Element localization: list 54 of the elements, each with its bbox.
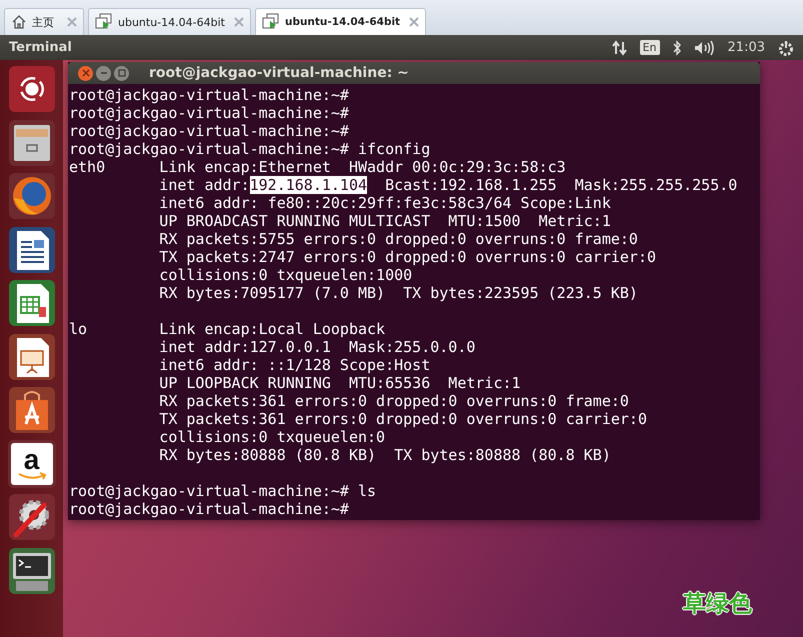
terminal-line: RX bytes:80888 (80.8 KB) TX bytes:80888 (80.8 KB) xyxy=(158,446,611,464)
minimize-button[interactable] xyxy=(96,66,111,80)
window-title: root@jackgao-virtual-machine: ~ xyxy=(149,65,409,81)
terminal-text: inet addr: xyxy=(158,176,250,194)
terminal-line: root@jackgao-virtual-machine:~# xyxy=(69,104,349,122)
clock[interactable]: 21:03 xyxy=(728,40,765,55)
terminal-line: lo Link encap:Local Loopback xyxy=(69,320,386,338)
ubuntu-logo-icon[interactable] xyxy=(8,65,56,113)
app-title: Terminal xyxy=(9,40,72,55)
selected-text: 192.168.1.104 xyxy=(250,176,368,194)
file-cabinet-icon[interactable] xyxy=(8,118,56,166)
gear-wrench-icon[interactable] xyxy=(8,493,56,541)
terminal-line: RX packets:361 errors:0 dropped:0 overruns:0 frame:0 xyxy=(158,392,629,410)
terminal-line: inet6 addr: ::1/128 Scope:Host xyxy=(158,356,430,374)
text-document-icon[interactable] xyxy=(8,226,56,274)
maximize-icon xyxy=(118,69,126,77)
terminal-line: TX packets:2747 errors:0 dropped:0 overruns:0 carrier:0 xyxy=(158,248,656,266)
close-button[interactable] xyxy=(78,66,93,80)
terminal-line: collisions:0 txqueuelen:1000 xyxy=(158,266,412,284)
shopping-site-icon[interactable]: a xyxy=(8,440,56,488)
terminal-line: root@jackgao-virtual-machine:~# ls xyxy=(69,482,376,500)
annotation-text: 草绿色 xyxy=(683,590,752,619)
power-gear-icon[interactable] xyxy=(777,38,795,56)
terminal-line: UP LOOPBACK RUNNING MTU:65536 Metric:1 xyxy=(158,374,521,392)
shopping-bag-icon[interactable] xyxy=(8,386,56,434)
home-icon xyxy=(11,14,27,30)
terminal-line: TX packets:361 errors:0 dropped:0 overruns:0 carrier:0 xyxy=(158,410,647,428)
terminal-line: inet addr:127.0.0.1 Mask:255.0.0.0 xyxy=(158,338,476,356)
terminal-line: inet6 addr: fe80::20c:29ff:fe3c:58c3/64 Scope:Link xyxy=(158,194,611,212)
terminal-icon[interactable] xyxy=(8,546,56,594)
browser-tab[interactable]: ubuntu-14.04-64bit xyxy=(254,8,426,35)
spreadsheet-icon[interactable] xyxy=(8,279,56,327)
volume-icon[interactable] xyxy=(694,40,716,56)
terminal-line: root@jackgao-virtual-machine:~# xyxy=(69,122,349,140)
terminal-line: RX packets:5755 errors:0 dropped:0 overruns:0 frame:0 xyxy=(158,230,638,248)
maximize-button[interactable] xyxy=(114,66,129,80)
fox-globe-icon[interactable] xyxy=(8,172,56,220)
terminal-line: root@jackgao-virtual-machine:~# xyxy=(69,86,349,104)
terminal-line: eth0 Link encap:Ethernet HWaddr 00:0c:29:3c:58:c3 xyxy=(69,158,566,176)
virtual-machine-icon xyxy=(95,13,113,31)
close-icon xyxy=(82,69,90,77)
terminal-line: collisions:0 txqueuelen:0 xyxy=(158,428,386,446)
terminal-line: RX bytes:7095177 (7.0 MB) TX bytes:223595 (223.5 KB) xyxy=(158,284,638,302)
terminal-line: root@jackgao-virtual-machine:~# xyxy=(69,500,349,518)
terminal-line: UP BROADCAST RUNNING MULTICAST MTU:1500 Metric:1 xyxy=(158,212,611,230)
browser-tab[interactable]: ubuntu-14.04-64bit xyxy=(88,8,251,35)
terminal-line: root@jackgao-virtual-machine:~# ifconfig xyxy=(69,140,430,158)
network-icon[interactable] xyxy=(612,40,628,56)
virtual-machine-icon xyxy=(262,13,280,31)
browser-tab[interactable]: 主页 xyxy=(4,8,84,35)
bluetooth-icon[interactable] xyxy=(672,40,682,56)
terminal-text: Bcast:192.168.1.255 Mask:255.255.255.0 xyxy=(384,176,738,194)
presentation-icon[interactable] xyxy=(8,332,56,380)
keyboard-layout-indicator[interactable]: En xyxy=(640,40,660,55)
